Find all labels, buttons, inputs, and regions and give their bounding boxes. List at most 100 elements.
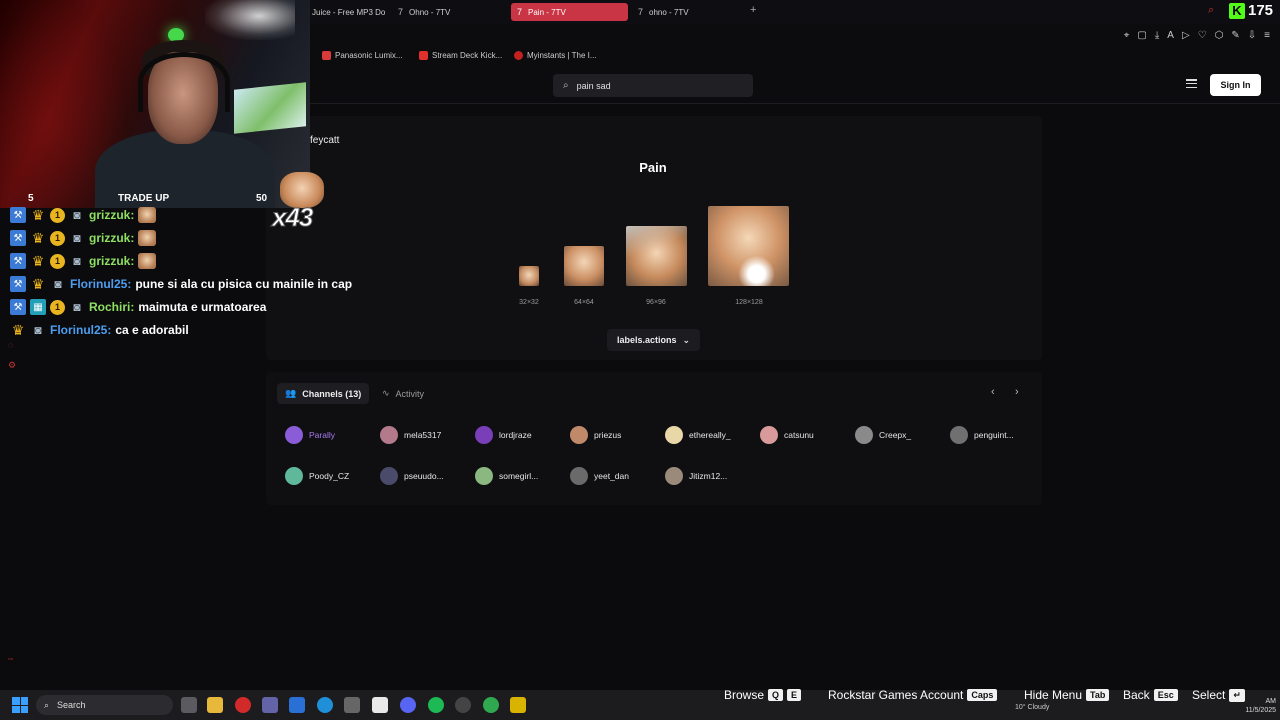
- channel-item[interactable]: ethereally_: [665, 426, 731, 444]
- channel-item[interactable]: penguint...: [950, 426, 1014, 444]
- settings-app-icon[interactable]: [344, 697, 360, 713]
- hint-hide-menu[interactable]: Hide Menu Tab: [1024, 688, 1110, 702]
- snapshot-icon[interactable]: ▢: [1137, 30, 1146, 41]
- previous-page-icon[interactable]: ‹: [991, 386, 995, 398]
- store-icon[interactable]: [372, 697, 388, 713]
- clock-date: 11/5/2025: [1245, 707, 1276, 714]
- chat-username[interactable]: grizzuk:: [89, 254, 134, 268]
- actions-dropdown-button[interactable]: labels.actions ⌄: [607, 329, 700, 351]
- channel-item[interactable]: Creepx_: [855, 426, 911, 444]
- tab-ohno-lower[interactable]: 7 ohno - 7TV: [632, 3, 744, 21]
- activity-icon: ∿: [382, 388, 390, 398]
- cat-emote-icon: [138, 207, 157, 223]
- bookmark-streamdeck[interactable]: Stream Deck Kick...: [419, 51, 502, 60]
- emote-combo: x43: [271, 172, 326, 233]
- hint-browse[interactable]: Browse Q E: [724, 688, 802, 702]
- tab-activity-label: Activity: [395, 388, 425, 399]
- chat-username[interactable]: Florinul25:: [70, 277, 131, 291]
- edge-icon[interactable]: [317, 697, 333, 713]
- crown-badge-icon: ♛: [31, 275, 45, 292]
- bookmark-panasonic[interactable]: Panasonic Lumix...: [322, 51, 403, 60]
- tab-juice[interactable]: Juice - Free MP3 Do: [306, 3, 391, 21]
- emote-combo-count: x43: [271, 202, 313, 233]
- obs-icon[interactable]: [455, 697, 471, 713]
- tab-activity[interactable]: ∿ Activity: [374, 383, 432, 404]
- crown-badge-icon: ♛: [31, 206, 45, 223]
- bookmark-myinstants[interactable]: Myinstants | The I...: [514, 51, 597, 60]
- channel-item[interactable]: somegirl...: [475, 467, 538, 485]
- edit-icon[interactable]: ✎: [1231, 30, 1239, 41]
- chat-username[interactable]: Rochiri:: [89, 300, 134, 314]
- pin-icon[interactable]: ⌖: [1124, 30, 1130, 41]
- new-tab-button[interactable]: +: [750, 4, 756, 16]
- extensions-icon[interactable]: ⬡: [1215, 30, 1224, 41]
- channel-item[interactable]: catsunu: [760, 426, 814, 444]
- search-value: pain sad: [576, 80, 611, 91]
- tab-channels[interactable]: 👥 Channels (13): [277, 383, 370, 404]
- channel-item[interactable]: mela5317: [380, 426, 441, 444]
- sign-in-button[interactable]: Sign In: [1210, 74, 1261, 96]
- chat-username[interactable]: Florinul25:: [50, 323, 111, 337]
- chat-username[interactable]: grizzuk:: [89, 231, 134, 245]
- webcam-feed: [0, 0, 310, 208]
- avatar: [475, 426, 493, 444]
- size-label: 128×128: [735, 299, 763, 306]
- play-icon[interactable]: ▷: [1182, 30, 1190, 41]
- chat-username[interactable]: grizzuk:: [89, 208, 134, 222]
- task-view-icon[interactable]: [181, 697, 197, 713]
- tab-pain[interactable]: 7 Pain - 7TV: [511, 3, 628, 21]
- system-clock[interactable]: AM 11/5/2025: [1232, 697, 1276, 715]
- taskbar-search[interactable]: ⌕ Search: [36, 695, 173, 715]
- channel-name: yeet_dan: [594, 471, 629, 481]
- file-explorer-icon[interactable]: [207, 697, 223, 713]
- trade-up-label: TRADE UP: [118, 193, 170, 204]
- avatar: [285, 467, 303, 485]
- next-page-icon[interactable]: ›: [1015, 386, 1019, 398]
- channel-name: mela5317: [404, 430, 442, 440]
- spotify-icon[interactable]: [428, 697, 444, 713]
- tab-ohno[interactable]: 7 Ohno - 7TV: [392, 3, 504, 21]
- channel-item[interactable]: Parally: [285, 426, 335, 444]
- hint-account[interactable]: Rockstar Games Account Caps: [828, 688, 998, 702]
- windows-start-icon[interactable]: [12, 697, 28, 713]
- download-icon[interactable]: ⤓: [1155, 30, 1159, 41]
- translate-icon[interactable]: A: [1167, 30, 1174, 41]
- channel-item[interactable]: priezus: [570, 426, 621, 444]
- weather-temp: 10°: [1015, 704, 1026, 711]
- coin-badge-icon: 1: [50, 230, 65, 246]
- channel-name: lordjraze: [499, 430, 532, 440]
- search-icon[interactable]: ⌕: [1208, 4, 1214, 17]
- key-tab: Tab: [1086, 689, 1110, 701]
- gift-badge-icon: ▦: [30, 299, 46, 315]
- chat-bubble-icon[interactable]: ◌: [8, 340, 16, 350]
- search-icon: ⌕: [44, 699, 50, 710]
- hint-label: Back: [1123, 688, 1150, 702]
- avatar: [570, 467, 588, 485]
- pin-badge-icon: ⚒: [10, 253, 26, 269]
- game-launcher-hints: Browse Q E Rockstar Games Account Caps H…: [718, 688, 1280, 708]
- downloads-icon[interactable]: ⇩: [1248, 30, 1256, 41]
- avatar: [855, 426, 873, 444]
- xbox-icon[interactable]: [483, 697, 499, 713]
- channel-item[interactable]: Poody_CZ: [285, 467, 349, 485]
- menu-icon[interactable]: ≡: [1264, 30, 1270, 41]
- tab-label: ohno - 7TV: [649, 7, 689, 17]
- weather-widget[interactable]: 10° Cloudy: [1015, 704, 1049, 711]
- channel-item[interactable]: lordjraze: [475, 426, 532, 444]
- emote-search-input[interactable]: ⌕ pain sad: [553, 74, 753, 97]
- channel-item[interactable]: yeet_dan: [570, 467, 629, 485]
- discord-icon[interactable]: [400, 697, 416, 713]
- channel-item[interactable]: pseuudo...: [380, 467, 444, 485]
- opera-icon[interactable]: [235, 697, 251, 713]
- hint-back[interactable]: Back Esc: [1123, 688, 1178, 702]
- emote-uploader[interactable]: feycatt: [310, 135, 339, 146]
- outlook-icon[interactable]: [289, 697, 305, 713]
- hamburger-menu-icon[interactable]: [1186, 79, 1197, 88]
- bookmark-label: Stream Deck Kick...: [432, 51, 503, 60]
- channel-item[interactable]: Jitizm12...: [665, 467, 727, 485]
- pin-badge-icon: ⚒: [10, 207, 26, 223]
- rockstar-icon[interactable]: [510, 697, 526, 713]
- settings-icon[interactable]: ⚙: [8, 360, 16, 371]
- teams-icon[interactable]: [262, 697, 278, 713]
- heart-icon[interactable]: ♡: [1198, 30, 1207, 41]
